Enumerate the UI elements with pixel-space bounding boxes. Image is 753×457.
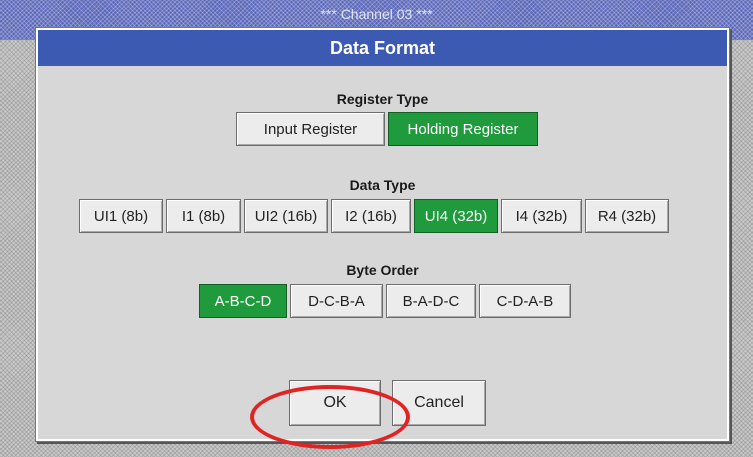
holding-register-button[interactable]: Holding Register [388,112,538,146]
data-type-i4-button[interactable]: I4 (32b) [501,199,582,233]
byte-order-dcba-button[interactable]: D-C-B-A [290,284,383,318]
data-type-ui4-button[interactable]: UI4 (32b) [414,199,498,233]
byte-order-abcd-button[interactable]: A-B-C-D [199,284,287,318]
data-type-ui1-button[interactable]: UI1 (8b) [79,199,163,233]
data-type-group: UI1 (8b) I1 (8b) UI2 (16b) I2 (16b) UI4 … [79,199,672,233]
register-type-label: Register Type [336,91,429,107]
byte-order-badc-button[interactable]: B-A-D-C [386,284,476,318]
data-type-i1-button[interactable]: I1 (8b) [166,199,241,233]
register-type-group: Input Register Holding Register [236,112,541,146]
data-format-dialog: Data Format Register Type Input Register… [36,28,729,441]
data-type-i2-button[interactable]: I2 (16b) [331,199,411,233]
input-register-button[interactable]: Input Register [236,112,385,146]
data-type-ui2-button[interactable]: UI2 (16b) [244,199,328,233]
byte-order-group: A-B-C-D D-C-B-A B-A-D-C C-D-A-B [199,284,574,318]
highlight-circle [250,385,410,449]
byte-order-cdab-button[interactable]: C-D-A-B [479,284,571,318]
dialog-title: Data Format [38,30,727,66]
data-type-r4-button[interactable]: R4 (32b) [585,199,669,233]
byte-order-label: Byte Order [346,262,419,278]
data-type-label: Data Type [349,177,416,193]
